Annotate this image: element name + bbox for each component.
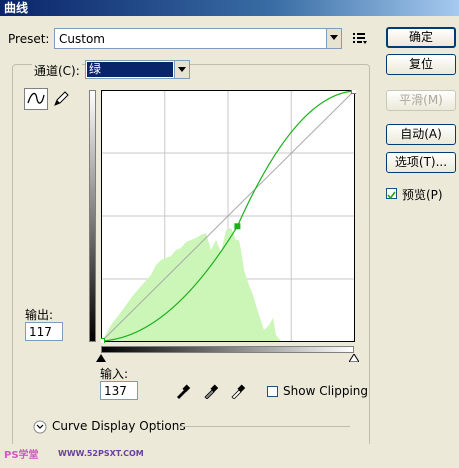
options-button[interactable]: 选项(T)... xyxy=(386,152,456,173)
channel-label: 通道(C): xyxy=(32,62,82,79)
window-title: 曲线 xyxy=(0,0,459,16)
channel-value: 绿 xyxy=(87,62,173,77)
channel-dropdown-arrow[interactable] xyxy=(174,61,189,78)
input-gradient-bar xyxy=(101,346,354,353)
output-label: 输出: xyxy=(25,308,54,322)
curve-graph[interactable] xyxy=(101,90,356,343)
curve-display-options-label: Curve Display Options xyxy=(52,419,186,433)
output-gradient-bar xyxy=(89,90,96,342)
white-point-slider[interactable] xyxy=(349,354,359,362)
input-label: 输入: xyxy=(100,367,129,381)
expand-chevron-icon[interactable] xyxy=(33,420,47,434)
divider xyxy=(178,426,350,427)
gray-eyedropper-icon[interactable] xyxy=(203,383,219,399)
preset-dropdown[interactable]: Custom xyxy=(54,28,342,49)
curve-control-point[interactable] xyxy=(234,223,241,230)
black-point-slider[interactable] xyxy=(96,354,106,362)
reset-button[interactable]: 复位 xyxy=(386,54,456,75)
black-eyedropper-icon[interactable] xyxy=(175,383,191,399)
output-value: 117 xyxy=(29,325,52,339)
preview-checkbox[interactable] xyxy=(386,188,397,200)
watermark-right: WWW.52PSXT.COM xyxy=(58,449,144,458)
preset-label: Preset: xyxy=(8,32,50,46)
input-value: 137 xyxy=(104,384,127,398)
smooth-button[interactable]: 平滑(M) xyxy=(386,90,456,111)
curve-point-tool[interactable] xyxy=(24,88,48,110)
auto-button[interactable]: 自动(A) xyxy=(386,124,456,145)
preset-value: Custom xyxy=(59,32,105,46)
watermark-left: PS学堂 xyxy=(4,450,39,461)
curve-control-point[interactable] xyxy=(351,90,357,94)
show-clipping-checkbox[interactable] xyxy=(267,386,278,397)
white-eyedropper-icon[interactable] xyxy=(230,383,246,399)
preset-options-icon[interactable] xyxy=(352,31,368,45)
preset-dropdown-arrow[interactable] xyxy=(326,29,341,48)
output-field[interactable]: 117 xyxy=(25,322,63,341)
curve-tool-icon xyxy=(27,92,45,104)
ok-button[interactable]: 确定 xyxy=(386,27,456,48)
pencil-tool-icon[interactable] xyxy=(52,90,70,108)
channel-dropdown[interactable]: 绿 xyxy=(85,60,190,79)
input-field[interactable]: 137 xyxy=(100,381,138,400)
preview-label: 预览(P) xyxy=(402,188,443,202)
checkmark-icon xyxy=(387,191,396,200)
curve-control-point[interactable] xyxy=(101,338,105,344)
show-clipping-label: Show Clipping xyxy=(283,384,369,398)
